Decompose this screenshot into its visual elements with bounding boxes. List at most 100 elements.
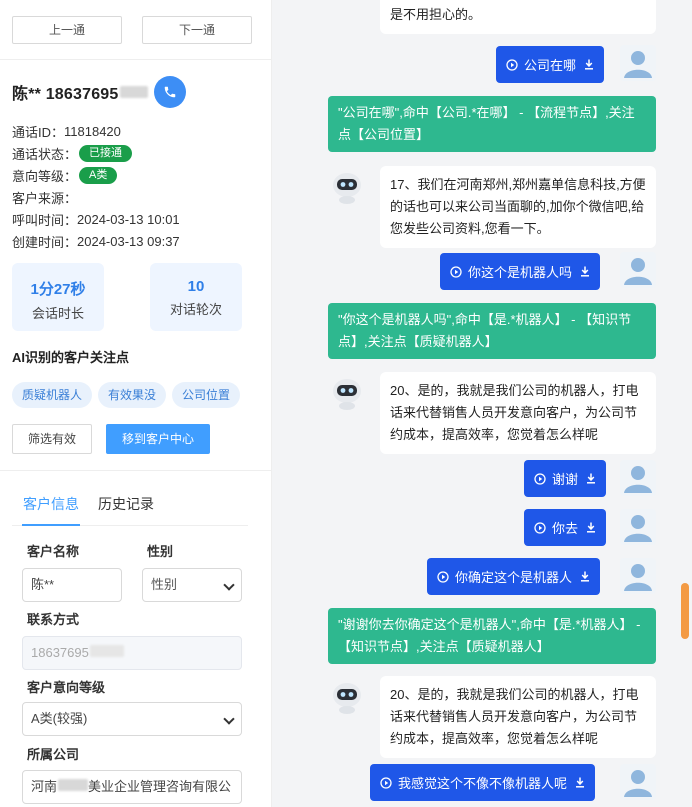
user-avatar-icon: [624, 466, 652, 493]
robot-avatar: [328, 678, 366, 716]
masked-digits: [119, 86, 148, 98]
info-source: 客户来源：: [12, 186, 262, 208]
bot-message: 是不用担心的。: [380, 0, 656, 34]
company-value-tail: 美业企业管理咨询有限公: [88, 779, 232, 794]
divider: [0, 59, 271, 60]
download-icon[interactable]: [580, 571, 590, 582]
intent-level-select[interactable]: A类(较强): [22, 702, 242, 736]
user-avatar-icon: [624, 258, 652, 285]
caller-name: 陈** 18637695: [12, 86, 119, 103]
call-button[interactable]: [153, 76, 186, 108]
chevron-down-icon: [223, 713, 235, 725]
download-icon[interactable]: [580, 266, 590, 277]
user-message[interactable]: 公司在哪: [496, 46, 605, 83]
customer-name-field[interactable]: 陈**: [22, 568, 122, 602]
gender-label: 性别: [147, 544, 174, 559]
info-call-time: 呼叫时间： 2024-03-13 10:01: [12, 208, 262, 230]
info-key: 客户来源：: [12, 190, 78, 206]
download-icon[interactable]: [586, 522, 596, 533]
call-detail-panel: 上一通 下一通 陈** 18637695 通话ID： 11818420 通话状态：…: [0, 0, 272, 807]
info-value: 2024-03-13 10:01: [77, 211, 180, 227]
bot-message-text: 20、是的，我就是我们公司的机器人，打电话来代替销售人员开发意向客户，为公司节约…: [390, 687, 639, 746]
ai-focus-chips: 质疑机器人 有效果没 公司位置: [12, 382, 241, 408]
stat-label: 会话时长: [31, 306, 84, 321]
user-message-text: 你去: [552, 521, 579, 536]
user-message[interactable]: 你去: [524, 509, 607, 546]
masked-text: [58, 779, 89, 791]
play-icon[interactable]: [534, 521, 546, 534]
user-avatar-icon: [624, 51, 652, 78]
user-message-text: 你确定这个是机器人: [455, 570, 573, 585]
customer-name-label: 客户名称: [27, 544, 80, 559]
phone-icon: [164, 86, 175, 98]
user-message[interactable]: 谢谢: [524, 460, 607, 497]
user-message[interactable]: 你确定这个是机器人: [427, 558, 601, 595]
stat-duration: 1分27秒 会话时长: [12, 263, 104, 331]
user-message-text: 你这个是机器人吗: [468, 265, 573, 280]
tab-customer-info[interactable]: 客户信息: [22, 494, 80, 526]
play-icon[interactable]: [380, 776, 392, 789]
call-navigation: 上一通 下一通: [12, 16, 252, 44]
info-key: 呼叫时间：: [12, 212, 78, 228]
next-call-button[interactable]: 下一通: [142, 16, 252, 44]
info-create-time: 创建时间： 2024-03-13 09:37: [12, 230, 262, 252]
bot-message: 20、是的，我就是我们公司的机器人，打电话来代替销售人员开发意向客户，为公司节约…: [380, 676, 656, 758]
previous-call-button[interactable]: 上一通: [12, 16, 122, 44]
chevron-down-icon: [223, 579, 235, 591]
stat-label: 对话轮次: [169, 302, 222, 317]
download-icon[interactable]: [586, 473, 596, 484]
play-icon[interactable]: [450, 265, 462, 278]
chat-transcript: 是不用担心的。 公司在哪 "公司在哪",命中【公司.*在哪】 - 【流程节点】,…: [312, 0, 680, 807]
info-key: 创建时间：: [12, 234, 78, 250]
bot-message-text: 是不用担心的。: [390, 7, 482, 22]
user-avatar: [620, 460, 656, 496]
bot-message: 20、是的，我就是我们公司的机器人，打电话来代替销售人员开发意向客户，为公司节约…: [380, 372, 656, 454]
user-avatar: [620, 45, 656, 81]
bot-message: 17、我们在河南郑州,郑州嘉单信息科技,方便的话也可以来公司当面聊的,加你个微信…: [380, 166, 656, 248]
user-avatar: [620, 509, 656, 545]
filter-valid-button[interactable]: 筛选有效: [12, 424, 92, 454]
play-icon[interactable]: [534, 472, 546, 485]
tab-history[interactable]: 历史记录: [98, 494, 154, 526]
info-call-status: 通话状态： 已接通: [12, 142, 262, 164]
status-badge: 已接通: [79, 144, 133, 162]
intent-level-value: A类(较强): [31, 711, 88, 726]
download-icon[interactable]: [575, 777, 585, 788]
ai-focus-title: AI识别的客户关注点: [12, 350, 130, 365]
contact-field: 18637695: [22, 636, 242, 670]
panel-gutter: [272, 0, 312, 807]
info-key: 意向等级：: [12, 168, 78, 184]
focus-chip[interactable]: 质疑机器人: [12, 382, 93, 408]
robot-avatar: [328, 168, 366, 206]
masked-digits: [89, 645, 124, 657]
user-avatar-icon: [624, 770, 652, 797]
company-value: 河南: [31, 779, 58, 794]
call-info: 通话ID： 11818420 通话状态： 已接通 意向等级： A类 客户来源： 呼叫时…: [12, 120, 262, 252]
info-key: 通话状态：: [12, 146, 78, 162]
info-tabs: 客户信息 历史记录: [12, 488, 248, 526]
hit-notice: "公司在哪",命中【公司.*在哪】 - 【流程节点】,关注点【公司位置】: [328, 96, 656, 152]
user-message-text: 我感觉这个不像不像机器人呢: [398, 776, 568, 791]
user-avatar: [620, 252, 656, 288]
user-message[interactable]: 我感觉这个不像不像机器人呢: [370, 764, 596, 801]
focus-chip[interactable]: 有效果没: [98, 382, 167, 408]
play-icon[interactable]: [506, 58, 518, 71]
intent-badge: A类: [79, 166, 118, 184]
download-icon[interactable]: [584, 59, 594, 70]
hit-notice: "你这个是机器人吗",命中【是.*机器人】 - 【知识节点】,关注点【质疑机器人…: [328, 303, 656, 359]
user-avatar: [620, 558, 656, 594]
user-message-text: 公司在哪: [524, 58, 577, 73]
bot-message-text: 17、我们在河南郑州,郑州嘉单信息科技,方便的话也可以来公司当面聊的,加你个微信…: [390, 177, 646, 236]
user-message[interactable]: 你这个是机器人吗: [440, 253, 601, 290]
gender-select[interactable]: 性别: [142, 568, 242, 602]
info-intent-level: 意向等级： A类: [12, 164, 262, 186]
chat-scrollbar-thumb[interactable]: [681, 583, 689, 639]
user-avatar: [620, 764, 656, 800]
company-field[interactable]: 河南 美业企业管理咨询有限公: [22, 770, 242, 804]
info-value: 11818420: [64, 123, 121, 139]
robot-avatar: [328, 374, 366, 412]
chat-scrollbar[interactable]: [680, 0, 692, 807]
focus-chip[interactable]: 公司位置: [172, 382, 241, 408]
play-icon[interactable]: [437, 570, 449, 583]
move-to-customer-center-button[interactable]: 移到客户中心: [106, 424, 210, 454]
